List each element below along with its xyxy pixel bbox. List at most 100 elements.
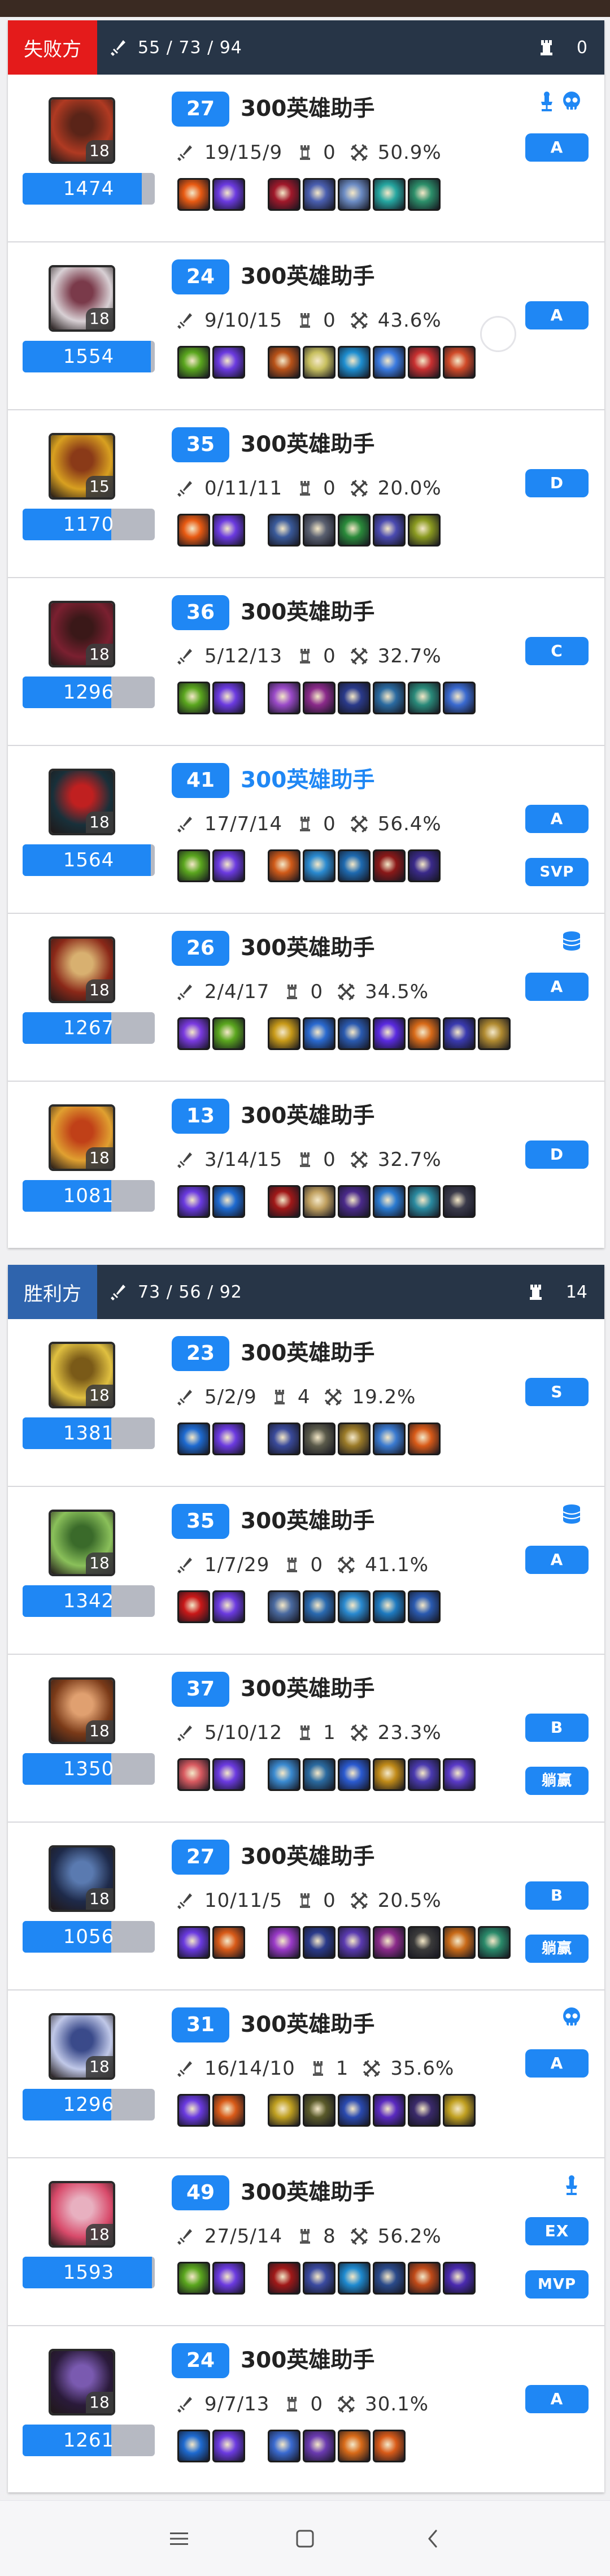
item-icon[interactable] xyxy=(408,1590,441,1623)
item-icon[interactable] xyxy=(373,1926,406,1959)
item-icon[interactable] xyxy=(443,2262,476,2295)
item-icon[interactable] xyxy=(443,682,476,714)
item-icon[interactable] xyxy=(303,2262,336,2295)
player-name[interactable]: 300英雄助手 xyxy=(241,2343,374,2378)
item-icon[interactable] xyxy=(303,1185,336,1218)
item-icon[interactable] xyxy=(268,178,300,211)
item-icon[interactable] xyxy=(408,1185,441,1218)
item-icon[interactable] xyxy=(338,346,371,379)
hero-avatar[interactable]: 18 xyxy=(49,1104,115,1171)
item-icon[interactable] xyxy=(268,1423,300,1455)
item-icon[interactable] xyxy=(478,1017,511,1050)
player-name[interactable]: 300英雄助手 xyxy=(241,92,374,127)
item-icon[interactable] xyxy=(303,1926,336,1959)
item-icon[interactable] xyxy=(443,2094,476,2127)
skill-icon[interactable] xyxy=(177,1758,210,1791)
item-icon[interactable] xyxy=(373,1423,406,1455)
hero-avatar[interactable]: 18 xyxy=(49,601,115,667)
item-icon[interactable] xyxy=(408,2262,441,2295)
item-icon[interactable] xyxy=(373,2262,406,2295)
item-icon[interactable] xyxy=(338,849,371,882)
hero-avatar[interactable]: 18 xyxy=(49,1510,115,1576)
item-icon[interactable] xyxy=(338,1758,371,1791)
skill-icon[interactable] xyxy=(212,2430,245,2462)
player-row[interactable]: 18 1342 35 300英雄助手 1/7/29 0 41.1% A xyxy=(8,1487,604,1655)
player-row[interactable]: 18 1564 41 300英雄助手 17/7/14 0 56.4% A SVP xyxy=(8,746,604,914)
skill-icon[interactable] xyxy=(212,2262,245,2295)
player-row[interactable]: 18 1554 24 300英雄助手 9/10/15 0 43.6% A xyxy=(8,242,604,410)
item-icon[interactable] xyxy=(268,1926,300,1959)
item-icon[interactable] xyxy=(338,2094,371,2127)
player-row[interactable]: 18 1296 36 300英雄助手 5/12/13 0 32.7% C xyxy=(8,578,604,746)
player-row[interactable]: 18 1081 13 300英雄助手 3/14/15 0 32.7% D xyxy=(8,1082,604,1248)
player-row[interactable]: 18 1593 49 300英雄助手 27/5/14 8 56.2% EX MVP xyxy=(8,2158,604,2326)
item-icon[interactable] xyxy=(303,1017,336,1050)
hero-avatar[interactable]: 18 xyxy=(49,2181,115,2248)
hero-avatar[interactable]: 15 xyxy=(49,433,115,500)
item-icon[interactable] xyxy=(373,178,406,211)
item-icon[interactable] xyxy=(268,682,300,714)
hero-avatar[interactable]: 18 xyxy=(49,97,115,164)
item-icon[interactable] xyxy=(373,514,406,547)
hero-avatar[interactable]: 18 xyxy=(49,936,115,1003)
hero-avatar[interactable]: 18 xyxy=(49,2349,115,2415)
hero-avatar[interactable]: 18 xyxy=(49,1845,115,1912)
home-square-icon[interactable] xyxy=(282,2520,328,2557)
item-icon[interactable] xyxy=(303,849,336,882)
item-icon[interactable] xyxy=(338,682,371,714)
player-name[interactable]: 300英雄助手 xyxy=(241,259,374,294)
item-icon[interactable] xyxy=(268,1590,300,1623)
player-row[interactable]: 18 1056 27 300英雄助手 10/11/5 0 20.5% B 躺赢 xyxy=(8,1823,604,1990)
player-row[interactable]: 15 1170 35 300英雄助手 0/11/11 0 20.0% D xyxy=(8,410,604,578)
select-radio[interactable] xyxy=(480,316,516,352)
skill-icon[interactable] xyxy=(177,1590,210,1623)
item-icon[interactable] xyxy=(338,1185,371,1218)
item-icon[interactable] xyxy=(303,178,336,211)
hero-avatar[interactable]: 18 xyxy=(49,1677,115,1744)
item-icon[interactable] xyxy=(373,346,406,379)
player-row[interactable]: 18 1474 27 300英雄助手 19/15/9 0 50.9% A xyxy=(8,75,604,242)
item-icon[interactable] xyxy=(373,682,406,714)
item-icon[interactable] xyxy=(443,1758,476,1791)
item-icon[interactable] xyxy=(408,682,441,714)
item-icon[interactable] xyxy=(373,2430,406,2462)
item-icon[interactable] xyxy=(478,1926,511,1959)
menu-icon[interactable] xyxy=(156,2520,202,2557)
hero-avatar[interactable]: 18 xyxy=(49,265,115,332)
item-icon[interactable] xyxy=(408,1423,441,1455)
item-icon[interactable] xyxy=(338,1590,371,1623)
item-icon[interactable] xyxy=(268,1758,300,1791)
item-icon[interactable] xyxy=(303,1590,336,1623)
item-icon[interactable] xyxy=(408,514,441,547)
item-icon[interactable] xyxy=(408,1017,441,1050)
skill-icon[interactable] xyxy=(177,346,210,379)
item-icon[interactable] xyxy=(268,849,300,882)
player-row[interactable]: 18 1381 23 300英雄助手 5/2/9 4 19.2% S xyxy=(8,1319,604,1487)
item-icon[interactable] xyxy=(268,2094,300,2127)
item-icon[interactable] xyxy=(338,2262,371,2295)
player-name[interactable]: 300英雄助手 xyxy=(241,1099,374,1134)
item-icon[interactable] xyxy=(338,1423,371,1455)
item-icon[interactable] xyxy=(373,1758,406,1791)
skill-icon[interactable] xyxy=(177,2430,210,2462)
player-name[interactable]: 300英雄助手 xyxy=(241,2175,374,2210)
item-icon[interactable] xyxy=(338,178,371,211)
skill-icon[interactable] xyxy=(212,2094,245,2127)
player-name[interactable]: 300英雄助手 xyxy=(241,1336,374,1371)
player-name[interactable]: 300英雄助手 xyxy=(241,763,374,798)
item-icon[interactable] xyxy=(373,1185,406,1218)
skill-icon[interactable] xyxy=(212,1926,245,1959)
skill-icon[interactable] xyxy=(212,1185,245,1218)
item-icon[interactable] xyxy=(268,2430,300,2462)
skill-icon[interactable] xyxy=(177,2262,210,2295)
skill-icon[interactable] xyxy=(212,1758,245,1791)
skill-icon[interactable] xyxy=(177,849,210,882)
skill-icon[interactable] xyxy=(212,514,245,547)
skill-icon[interactable] xyxy=(177,682,210,714)
player-name[interactable]: 300英雄助手 xyxy=(241,931,374,966)
item-icon[interactable] xyxy=(338,1017,371,1050)
player-row[interactable]: 18 1261 24 300英雄助手 9/7/13 0 30.1% A xyxy=(8,2326,604,2492)
item-icon[interactable] xyxy=(303,1758,336,1791)
item-icon[interactable] xyxy=(303,682,336,714)
player-row[interactable]: 18 1267 26 300英雄助手 2/4/17 0 34.5% A xyxy=(8,914,604,1082)
